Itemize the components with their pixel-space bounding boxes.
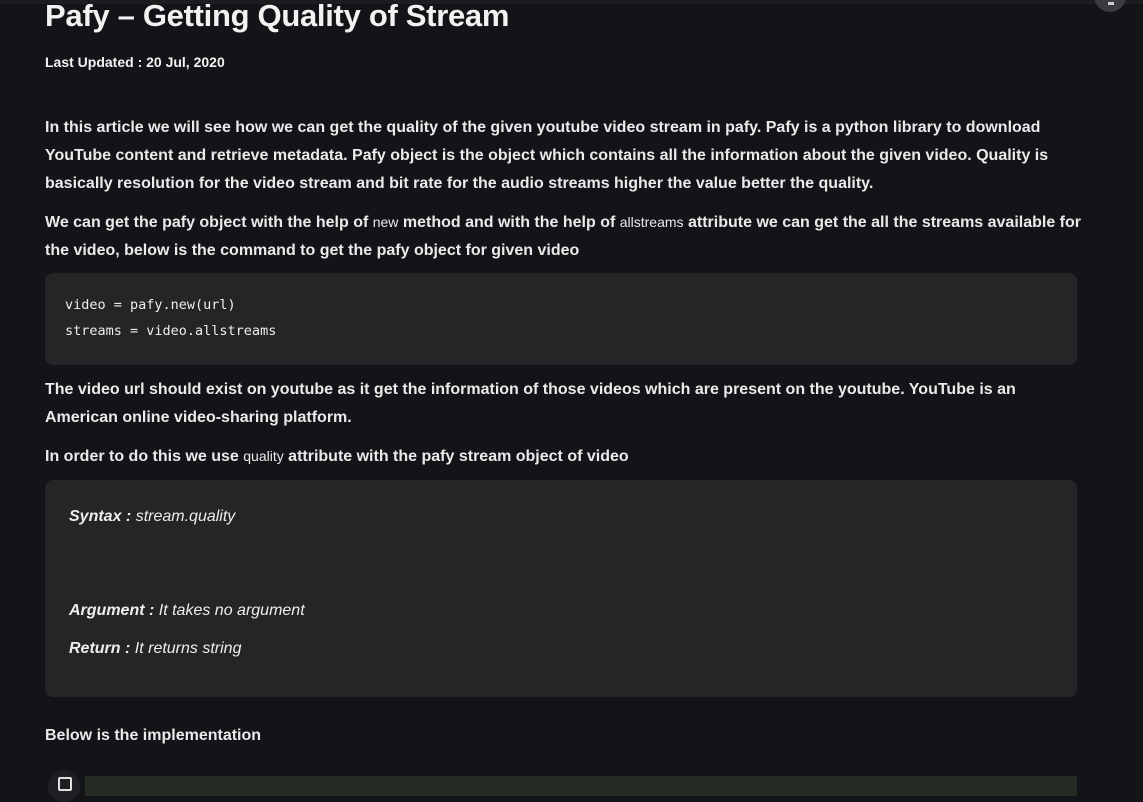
intro-paragraph: In this article we will see how we can g…	[45, 119, 1049, 192]
inline-code: new	[372, 214, 399, 230]
argument-value: It takes no argument	[154, 602, 305, 619]
text: We can get the pafy object with the help…	[45, 214, 373, 231]
inline-code: quality	[243, 448, 284, 464]
code-line: video = pafy.new(url)	[65, 297, 236, 313]
copy-button[interactable]	[48, 770, 80, 802]
pafy-object-paragraph: We can get the pafy object with the help…	[45, 208, 1085, 265]
return-value: It returns string	[130, 640, 242, 657]
return-label: Return :	[69, 640, 131, 657]
syntax-line: Syntax : stream.quality	[69, 508, 235, 526]
argument-label: Argument :	[69, 602, 155, 619]
quality-paragraph: In order to do this we use quality attri…	[45, 442, 1085, 471]
text: method and with the help of	[398, 214, 620, 231]
text: attribute with the pafy stream object of…	[283, 448, 629, 465]
inline-code: allstreams	[619, 214, 684, 230]
text: In order to do this we use	[45, 448, 244, 465]
page-title: Pafy – Getting Quality of Stream	[45, 0, 510, 33]
floating-menu-button[interactable]	[1094, 0, 1126, 12]
implementation-heading: Below is the implementation	[45, 727, 262, 744]
copy-icon	[58, 777, 72, 791]
syntax-value: stream.quality	[131, 508, 236, 525]
code-block: video = pafy.new(url) streams = video.al…	[45, 273, 1077, 365]
url-paragraph: The video url should exist on youtube as…	[45, 381, 1016, 426]
argument-line: Argument : It takes no argument	[69, 602, 305, 620]
code-line: streams = video.allstreams	[65, 323, 277, 339]
syntax-block: Syntax : stream.quality Argument : It ta…	[45, 480, 1077, 697]
implementation-code-block	[85, 776, 1077, 796]
return-line: Return : It returns string	[69, 640, 241, 658]
last-updated: Last Updated : 20 Jul, 2020	[45, 54, 225, 70]
menu-icon	[1108, 2, 1114, 5]
syntax-label: Syntax :	[69, 508, 132, 525]
